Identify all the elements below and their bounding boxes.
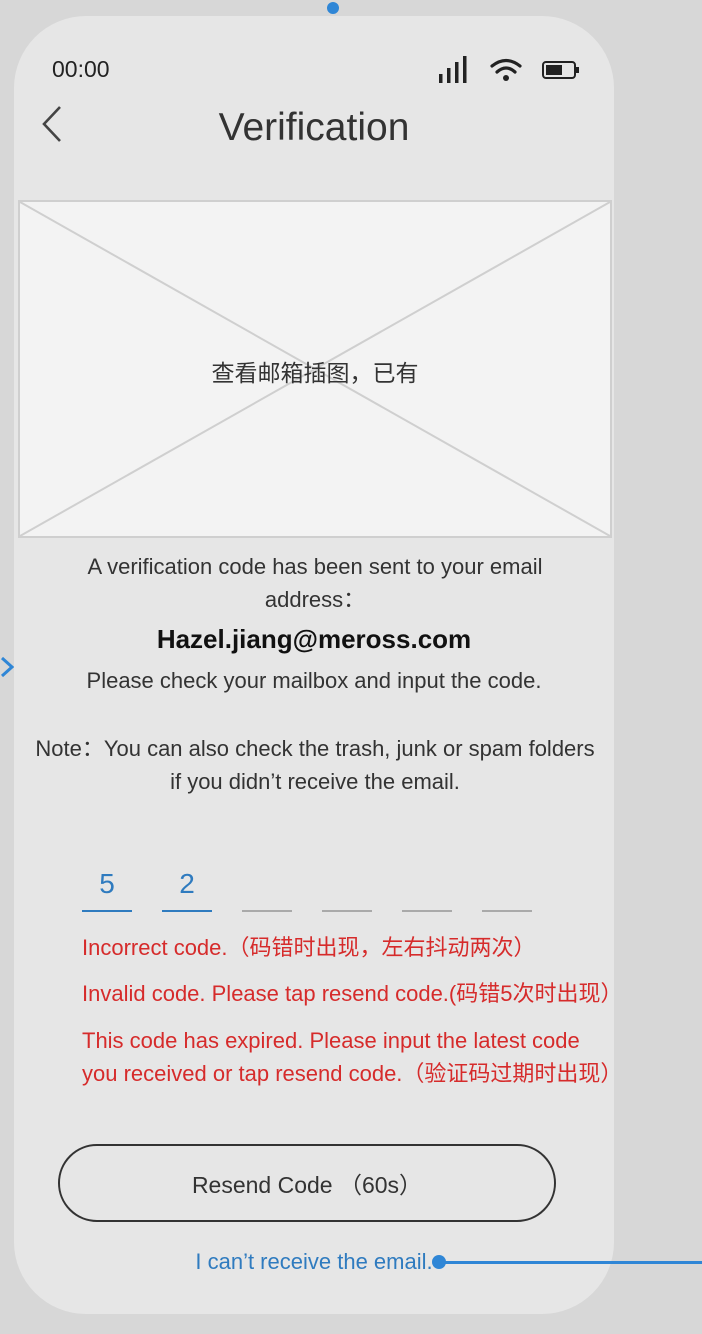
wifi-icon	[490, 58, 522, 81]
spam-note: Note：You can also check the trash, junk …	[35, 736, 595, 794]
code-digit-6[interactable]	[482, 864, 532, 912]
connector-line	[440, 1261, 702, 1264]
code-digit-5[interactable]	[402, 864, 452, 912]
email-illustration-placeholder: 查看邮箱插图，已有	[18, 200, 612, 538]
connector-dot	[432, 1255, 446, 1269]
error-invalid-code: Invalid code. Please tap resend code.(码错…	[82, 981, 614, 1006]
canvas: 00:00 Verification 查看邮箱插图，已有 A verificat…	[0, 0, 702, 1334]
resend-code-button[interactable]: Resend Code （60s）	[58, 1144, 556, 1222]
phone-screen: 00:00 Verification 查看邮箱插图，已有 A verificat…	[14, 16, 614, 1314]
battery-icon	[542, 61, 579, 79]
illustration-label: 查看邮箱插图，已有	[211, 360, 419, 386]
status-time: 00:00	[52, 56, 110, 82]
sent-message: A verification code has been sent to you…	[87, 554, 543, 612]
status-icons	[438, 56, 580, 84]
connector-dot	[327, 2, 339, 14]
check-mailbox-message: Please check your mailbox and input the …	[86, 668, 542, 693]
page-title: Verification	[218, 106, 410, 149]
error-expired-code: This code has expired. Please input the …	[82, 1028, 614, 1086]
code-digit-1[interactable]: 5	[82, 864, 132, 912]
code-digit-2[interactable]: 2	[162, 864, 212, 912]
user-email: Hazel.jiang@meross.com	[156, 624, 472, 654]
code-digit-4[interactable]	[322, 864, 372, 912]
code-input-row: 5 2	[82, 864, 532, 912]
code-digit-3[interactable]	[242, 864, 292, 912]
error-incorrect-code: Incorrect code.（码错时出现，左右抖动两次）	[82, 935, 536, 960]
signal-icon	[439, 56, 467, 83]
